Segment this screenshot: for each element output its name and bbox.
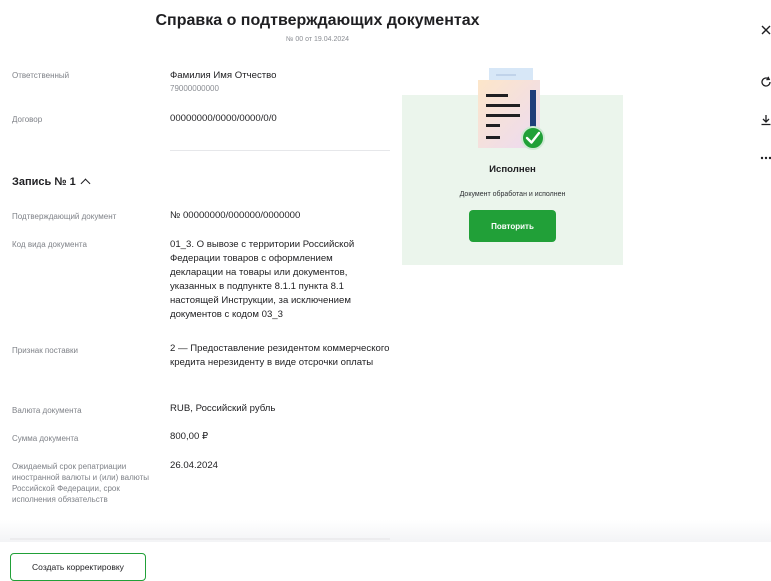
field-value: 26.04.2024 [170,460,219,471]
download-icon[interactable] [758,112,771,128]
more-icon[interactable] [758,150,771,166]
field-value: 01_3. О вывозе с территории Российской Ф… [170,239,355,320]
field-value: 800,00 ₽ [170,431,209,442]
responsible-phone: 79000000000 [170,84,219,93]
footer-divider [10,538,390,540]
responsible-name: Фамилия Имя Отчество [170,70,277,81]
field-label: Валюта документа [12,406,82,415]
contract-value: 00000000/0000/0000/0/0 [170,113,277,124]
section-divider [170,150,390,151]
repeat-button[interactable]: Повторить [469,210,556,242]
field-value: № 00000000/000000/0000000 [170,210,301,221]
responsible-block: Фамилия Имя Отчество 79000000000 [170,69,392,94]
field-label: Признак поставки [12,346,78,355]
close-icon[interactable] [758,22,771,38]
field-value: RUB, Российский рубль [170,403,276,414]
status-description: Документ обработан и исполнен [459,191,566,198]
record-header[interactable]: Запись № 1 [12,176,91,189]
record-title: Запись № 1 [12,176,76,188]
field-label: Код вида документа [12,240,87,249]
status-title: Исполнен [489,164,536,175]
document-approved-icon [478,68,545,150]
page-title: Справка о подтверждающих документах [155,12,480,29]
field-value: 2 — Предоставление резидентом коммерческ… [170,343,390,368]
chevron-up-icon[interactable] [80,178,91,189]
responsible-label: Ответственный [12,71,70,80]
refresh-icon[interactable] [758,74,771,90]
document-number: № 00 от 19.04.2024 [285,36,350,43]
field-label: Подтверждающий документ [12,212,117,221]
contract-label: Договор [12,115,43,124]
field-label: Сумма документа [12,434,79,443]
field-label: Ожидаемый срок репатриации иностранной в… [12,462,149,504]
